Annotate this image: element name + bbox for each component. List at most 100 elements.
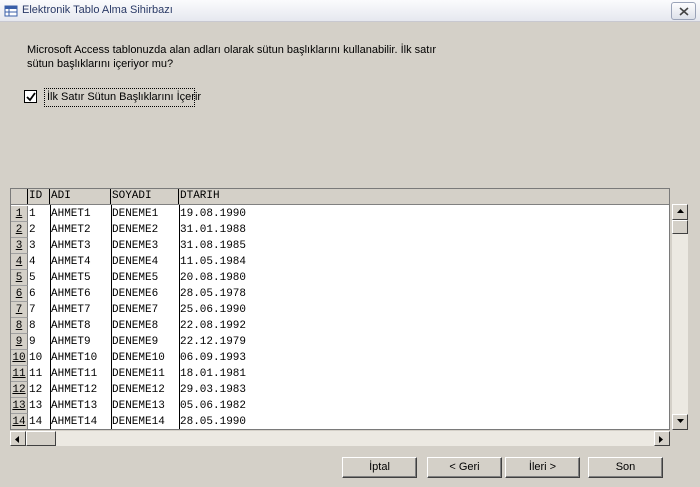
first-row-headers-option[interactable]: İlk Satır Sütun Başlıklarını İçerir: [24, 88, 201, 107]
table-cell-adi: AHMET11: [51, 368, 98, 380]
table-row[interactable]: 5 5 AHMET5 DENEME5 20.08.1980: [11, 270, 669, 286]
vertical-scrollbar[interactable]: [672, 204, 688, 430]
table-cell-dtarih: 20.08.1980: [180, 272, 247, 284]
scroll-up-button[interactable]: [672, 204, 688, 220]
column-header[interactable]: ADI: [50, 189, 111, 204]
table-row[interactable]: 3 3 AHMET3 DENEME3 31.08.1985: [11, 238, 669, 254]
table-cell-dtarih: 22.12.1979: [180, 336, 247, 348]
table-cell-dtarih: 31.08.1985: [180, 240, 247, 252]
scroll-right-button[interactable]: [654, 431, 670, 446]
table-cell-soyadi: DENEME3: [112, 240, 159, 252]
row-number[interactable]: 12: [11, 382, 28, 398]
table-cell-id: 4: [29, 256, 36, 268]
table-cell-id: 11: [29, 368, 43, 380]
table-cell-soyadi: DENEME13: [112, 400, 165, 412]
table-cell-id: 6: [29, 288, 36, 300]
grid-header: ID ADI SOYADI DTARIH: [11, 189, 669, 205]
table-row[interactable]: 14 14 AHMET14 DENEME14 28.05.1990: [11, 414, 669, 429]
horizontal-scrollbar[interactable]: [10, 431, 670, 446]
back-button[interactable]: < Geri: [427, 457, 502, 478]
table-cell-id: 5: [29, 272, 36, 284]
table-cell-soyadi: DENEME10: [112, 352, 165, 364]
row-number[interactable]: 10: [11, 350, 28, 366]
table-cell-id: 3: [29, 240, 36, 252]
scroll-left-button[interactable]: [10, 431, 26, 446]
table-row[interactable]: 2 2 AHMET2 DENEME2 31.01.1988: [11, 222, 669, 238]
finish-button[interactable]: Son: [588, 457, 663, 478]
row-number[interactable]: 8: [11, 318, 28, 334]
row-number[interactable]: 14: [11, 414, 28, 429]
table-row[interactable]: 12 12 AHMET12 DENEME12 29.03.1983: [11, 382, 669, 398]
table-cell-soyadi: DENEME5: [112, 272, 159, 284]
table-row[interactable]: 1 1 AHMET1 DENEME1 19.08.1990: [11, 206, 669, 222]
table-cell-id: 2: [29, 224, 36, 236]
row-number[interactable]: 6: [11, 286, 28, 302]
row-number[interactable]: 3: [11, 238, 28, 254]
wizard-description: Microsoft Access tablonuzda alan adları …: [27, 44, 437, 70]
column-header[interactable]: DTARIH: [179, 189, 669, 204]
row-header-corner: [11, 189, 28, 204]
table-row[interactable]: 8 8 AHMET8 DENEME8 22.08.1992: [11, 318, 669, 334]
table-row[interactable]: 10 10 AHMET10 DENEME10 06.09.1993: [11, 350, 669, 366]
table-cell-adi: AHMET3: [51, 240, 91, 252]
table-cell-dtarih: 11.05.1984: [180, 256, 247, 268]
table-cell-dtarih: 25.06.1990: [180, 304, 247, 316]
close-button[interactable]: [671, 2, 696, 20]
horizontal-scroll-thumb[interactable]: [26, 431, 56, 446]
first-row-headers-checkbox[interactable]: [24, 90, 37, 103]
table-row[interactable]: 13 13 AHMET13 DENEME13 05.06.1982: [11, 398, 669, 414]
table-cell-soyadi: DENEME8: [112, 320, 159, 332]
first-row-headers-label[interactable]: İlk Satır Sütun Başlıklarını İçerir: [44, 88, 201, 107]
cancel-button[interactable]: İptal: [342, 457, 417, 478]
table-cell-soyadi: DENEME2: [112, 224, 159, 236]
table-cell-id: 1: [29, 208, 36, 220]
access-wizard-icon: [4, 5, 18, 17]
table-cell-adi: AHMET2: [51, 224, 91, 236]
table-cell-soyadi: DENEME14: [112, 416, 165, 428]
table-cell-adi: AHMET14: [51, 416, 98, 428]
table-cell-soyadi: DENEME7: [112, 304, 159, 316]
table-cell-dtarih: 28.05.1978: [180, 288, 247, 300]
window-title: Elektronik Tablo Alma Sihirbazı: [22, 4, 173, 16]
table-row[interactable]: 6 6 AHMET6 DENEME6 28.05.1978: [11, 286, 669, 302]
table-row[interactable]: 7 7 AHMET7 DENEME7 25.06.1990: [11, 302, 669, 318]
column-divider: [179, 205, 180, 429]
column-divider: [111, 205, 112, 429]
row-number[interactable]: 11: [11, 366, 28, 382]
table-cell-soyadi: DENEME6: [112, 288, 159, 300]
next-button[interactable]: İleri >: [505, 457, 580, 478]
table-cell-adi: AHMET9: [51, 336, 91, 348]
row-number[interactable]: 5: [11, 270, 28, 286]
table-cell-soyadi: DENEME12: [112, 384, 165, 396]
column-header[interactable]: ID: [28, 189, 50, 204]
table-cell-adi: AHMET10: [51, 352, 98, 364]
table-cell-dtarih: 31.01.1988: [180, 224, 247, 236]
table-cell-id: 14: [29, 416, 43, 428]
table-row[interactable]: 9 9 AHMET9 DENEME9 22.12.1979: [11, 334, 669, 350]
table-cell-soyadi: DENEME9: [112, 336, 159, 348]
table-cell-adi: AHMET4: [51, 256, 91, 268]
title-bar: Elektronik Tablo Alma Sihirbazı: [0, 0, 700, 22]
table-cell-adi: AHMET8: [51, 320, 91, 332]
data-preview-grid[interactable]: ID ADI SOYADI DTARIH 1 1 AHMET1 DENEME1 19.0…: [10, 188, 670, 430]
vertical-scroll-thumb[interactable]: [672, 220, 688, 234]
table-cell-adi: AHMET12: [51, 384, 98, 396]
row-number[interactable]: 1: [11, 206, 28, 222]
close-icon: [679, 7, 689, 16]
arrow-up-icon: [677, 209, 684, 213]
table-cell-dtarih: 22.08.1992: [180, 320, 247, 332]
row-number[interactable]: 4: [11, 254, 28, 270]
scroll-down-button[interactable]: [672, 414, 688, 430]
table-row[interactable]: 11 11 AHMET11 DENEME11 18.01.1981: [11, 366, 669, 382]
column-header[interactable]: SOYADI: [111, 189, 179, 204]
arrow-right-icon: [659, 436, 663, 443]
row-number[interactable]: 9: [11, 334, 28, 350]
table-cell-adi: AHMET5: [51, 272, 91, 284]
row-number[interactable]: 7: [11, 302, 28, 318]
row-number[interactable]: 2: [11, 222, 28, 238]
table-cell-id: 7: [29, 304, 36, 316]
table-cell-id: 9: [29, 336, 36, 348]
table-row[interactable]: 4 4 AHMET4 DENEME4 11.05.1984: [11, 254, 669, 270]
table-cell-id: 12: [29, 384, 43, 396]
row-number[interactable]: 13: [11, 398, 28, 414]
